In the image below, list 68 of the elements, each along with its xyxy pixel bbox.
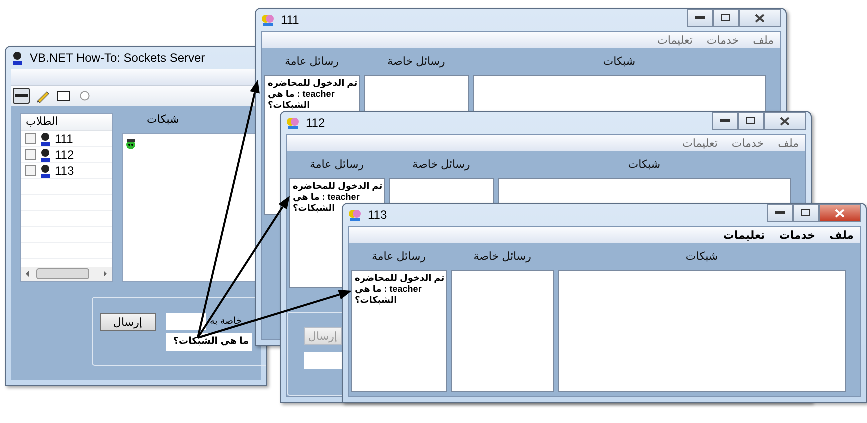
maximize-button[interactable] xyxy=(793,204,819,222)
message-field[interactable]: ما هي الشبكات؟ xyxy=(166,333,252,351)
face-icon xyxy=(126,139,136,150)
column-label: شبكات xyxy=(627,158,662,173)
maximize-icon xyxy=(801,209,811,217)
maximize-icon xyxy=(746,117,756,125)
maximize-button[interactable] xyxy=(738,112,764,130)
maximize-button[interactable] xyxy=(713,9,739,27)
student-item[interactable]: 111 xyxy=(21,131,112,147)
minimize-icon xyxy=(775,211,785,215)
column-label: رسائل خاصة xyxy=(386,55,446,70)
message-list: تم الدخول للمحاضره teacher : ما هي الشبكات؟ xyxy=(268,78,358,111)
close-icon xyxy=(780,116,790,126)
menu-item[interactable]: ملف xyxy=(830,228,854,242)
menu-item[interactable]: خدمات xyxy=(779,228,816,242)
private-field[interactable] xyxy=(166,313,206,330)
app-icon xyxy=(11,51,24,65)
close-button[interactable] xyxy=(819,204,861,222)
column-label: رسائل عامة xyxy=(370,250,428,265)
close-icon xyxy=(755,14,765,22)
line-tool-icon xyxy=(15,94,28,98)
window-title: VB.NET How-To: Sockets Server xyxy=(30,51,206,65)
minimize-icon xyxy=(720,119,730,123)
menu-item[interactable]: خدمات xyxy=(706,34,740,46)
circle-icon xyxy=(80,91,90,101)
pencil-icon xyxy=(36,89,50,103)
checkbox[interactable] xyxy=(25,133,36,144)
user-icon xyxy=(39,164,52,178)
app-icon xyxy=(286,116,300,130)
tool-button[interactable] xyxy=(55,88,72,104)
student-item[interactable]: 112 xyxy=(21,147,112,163)
column-label: رسائل خاصة xyxy=(412,158,472,173)
close-button[interactable] xyxy=(739,9,781,27)
menu-item[interactable]: ملف xyxy=(753,34,774,46)
tool-button[interactable] xyxy=(13,88,30,104)
column-label: رسائل عامة xyxy=(308,158,366,173)
message-list: تم الدخول للمحاضره teacher : ما هي الشبكات؟ xyxy=(355,273,445,306)
menu-item[interactable]: تعليمات xyxy=(657,34,693,46)
window-title: 112 xyxy=(306,116,326,130)
column-label: رسائل عامة xyxy=(284,55,340,70)
user-icon xyxy=(39,132,52,146)
app-icon xyxy=(348,208,362,222)
checkbox[interactable] xyxy=(25,165,36,176)
checkbox[interactable] xyxy=(25,149,36,160)
minimize-icon xyxy=(695,16,705,20)
menu-item[interactable]: تعليمات xyxy=(682,136,718,150)
close-icon xyxy=(835,208,845,218)
rectangle-icon xyxy=(57,91,70,101)
window-title: 111 xyxy=(281,13,300,27)
send-button[interactable]: إرسال xyxy=(100,313,156,331)
menu-item[interactable]: ملف xyxy=(778,136,799,150)
menu-item[interactable]: تعليمات xyxy=(723,228,766,242)
minimize-button[interactable] xyxy=(687,9,713,27)
close-button[interactable] xyxy=(764,112,806,130)
maximize-icon xyxy=(721,14,731,22)
message-field[interactable] xyxy=(304,352,342,369)
private-label: خاصة به xyxy=(210,316,242,327)
user-icon xyxy=(39,148,52,162)
minimize-button[interactable] xyxy=(767,204,793,222)
column-label: رسائل خاصة xyxy=(472,250,532,265)
column-label: شبكات xyxy=(602,55,637,70)
column-label: شبكات xyxy=(684,250,720,265)
menu-item[interactable]: خدمات xyxy=(732,136,764,150)
app-icon xyxy=(261,13,275,27)
horizontal-scrollbar[interactable] xyxy=(21,267,112,281)
minimize-button[interactable] xyxy=(712,112,738,130)
networks-label: شبكات xyxy=(146,113,180,128)
column-header: الطلاب xyxy=(21,114,112,131)
